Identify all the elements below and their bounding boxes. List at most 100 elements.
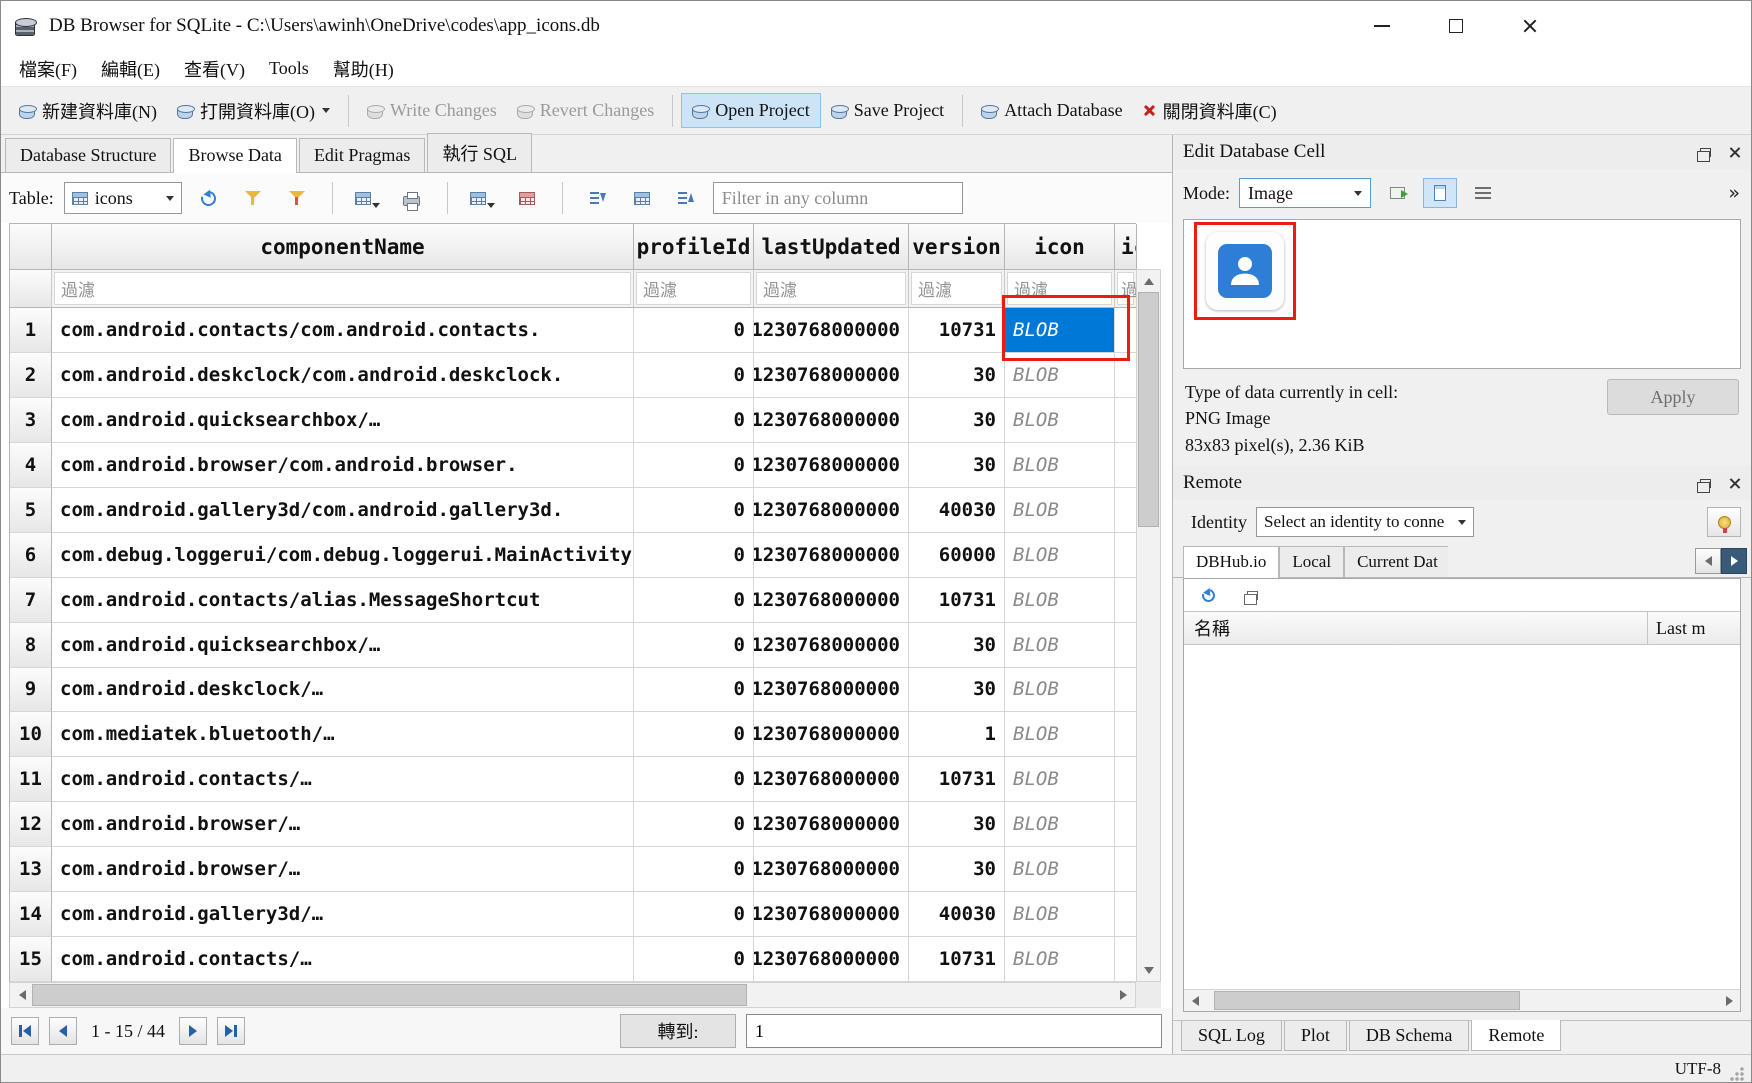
identity-certificate-button[interactable] [1707, 507, 1741, 537]
cell-profileid[interactable]: 0 [634, 623, 754, 668]
close-panel-icon[interactable] [1728, 477, 1741, 490]
cell-version[interactable]: 10731 [909, 757, 1005, 802]
cell-lastupdated[interactable]: 1230768000000 [754, 668, 909, 713]
cell-icon-blob[interactable]: BLOB [1005, 623, 1115, 668]
scroll-down-button[interactable] [1137, 959, 1160, 981]
dock-tab-plot[interactable]: Plot [1284, 1021, 1347, 1051]
horizontal-scrollbar-thumb[interactable] [32, 984, 747, 1006]
cell-profileid[interactable]: 0 [634, 353, 754, 398]
cell-version[interactable]: 30 [909, 802, 1005, 847]
cell-profileid[interactable]: 0 [634, 847, 754, 892]
cell-icon-blob[interactable]: BLOB [1005, 847, 1115, 892]
scroll-left-button[interactable] [1184, 990, 1206, 1011]
tab-scroll-right-button[interactable] [1721, 548, 1747, 574]
remote-tab-dbhubio[interactable]: DBHub.io [1183, 546, 1279, 578]
open-database-button[interactable]: 打開資料庫(O) [167, 92, 340, 130]
cell-profileid[interactable]: 0 [634, 533, 754, 578]
cell-lastupdated[interactable]: 1230768000000 [754, 937, 909, 982]
column-header-version[interactable]: version [909, 224, 1005, 270]
cell-componentname[interactable]: com.android.browser/com.android.browser. [52, 443, 634, 488]
cell-version[interactable]: 30 [909, 847, 1005, 892]
row-number-cell[interactable]: 1 [10, 308, 52, 353]
column-header-lastupdated[interactable]: lastUpdated [754, 224, 909, 270]
cell-profileid[interactable]: 0 [634, 398, 754, 443]
vertical-scrollbar-thumb[interactable] [1138, 292, 1159, 527]
dock-tab-sql-log[interactable]: SQL Log [1181, 1021, 1282, 1051]
cell-version[interactable]: 1 [909, 712, 1005, 757]
cell-lastupdated[interactable]: 1230768000000 [754, 443, 909, 488]
cell-version[interactable]: 30 [909, 398, 1005, 443]
insert-record-button[interactable] [466, 181, 500, 215]
cell-profileid[interactable]: 0 [634, 443, 754, 488]
cell-profileid[interactable]: 0 [634, 308, 754, 353]
close-database-button[interactable]: 關閉資料庫(C) [1133, 92, 1287, 130]
goto-input[interactable] [746, 1014, 1162, 1048]
filter-conditions-button[interactable] [280, 181, 314, 215]
cell-componentname[interactable]: com.android.contacts/com.android.contact… [52, 308, 634, 353]
menu-item-tools[interactable]: Tools [257, 54, 321, 83]
dock-tab-db-schema[interactable]: DB Schema [1349, 1021, 1469, 1051]
cell-lastupdated[interactable]: 1230768000000 [754, 623, 909, 668]
cell-componentname[interactable]: com.android.browser/… [52, 802, 634, 847]
cell-lastupdated[interactable]: 1230768000000 [754, 892, 909, 937]
cell-icon-blob[interactable]: BLOB [1005, 757, 1115, 802]
prev-page-button[interactable] [49, 1017, 77, 1045]
cell-version[interactable]: 30 [909, 353, 1005, 398]
next-page-button[interactable] [179, 1017, 207, 1045]
row-number-cell[interactable]: 8 [10, 623, 52, 668]
cell-version[interactable]: 40030 [909, 488, 1005, 533]
clear-filters-button[interactable] [236, 181, 270, 215]
column-header-clipped[interactable]: ic [1115, 224, 1137, 270]
row-number-cell[interactable]: 13 [10, 847, 52, 892]
cell-profileid[interactable]: 0 [634, 578, 754, 623]
close-panel-icon[interactable] [1728, 146, 1741, 159]
cell-version[interactable]: 10731 [909, 578, 1005, 623]
cell-icon-blob[interactable]: BLOB [1005, 578, 1115, 623]
cell-componentname[interactable]: com.android.browser/… [52, 847, 634, 892]
remote-tab-current-database[interactable]: Current Dat [1344, 546, 1448, 577]
remote-lastmodified-column-header[interactable]: Last m [1648, 612, 1740, 644]
cell-componentname[interactable]: com.android.gallery3d/com.android.galler… [52, 488, 634, 533]
cell-lastupdated[interactable]: 1230768000000 [754, 847, 909, 892]
row-number-cell[interactable]: 9 [10, 668, 52, 713]
cell-icon-blob[interactable]: BLOB [1005, 937, 1115, 982]
float-panel-icon[interactable] [1700, 148, 1711, 157]
maximize-button[interactable] [1435, 9, 1477, 43]
vertical-scrollbar[interactable] [1136, 269, 1161, 982]
remote-scrollbar-thumb[interactable] [1214, 991, 1520, 1010]
filter-cell-componentname[interactable]: 過濾 [52, 270, 634, 308]
tab-database-structure[interactable]: Database Structure [5, 138, 171, 172]
cell-lastupdated[interactable]: 1230768000000 [754, 757, 909, 802]
cell-version[interactable]: 10731 [909, 937, 1005, 982]
cell-componentname[interactable]: com.debug.loggerui/com.debug.loggerui.Ma… [52, 533, 634, 578]
minimize-button[interactable] [1361, 9, 1403, 43]
cell-icon-blob[interactable]: BLOB [1005, 443, 1115, 488]
cell-icon-blob[interactable]: BLOB [1005, 398, 1115, 443]
apply-button[interactable]: Apply [1607, 379, 1739, 415]
remote-tab-local[interactable]: Local [1279, 546, 1344, 577]
filter-input[interactable] [713, 182, 963, 214]
save-results-button[interactable] [351, 181, 385, 215]
cell-version[interactable]: 40030 [909, 892, 1005, 937]
tab-execute-sql[interactable]: 執行 SQL [427, 133, 532, 172]
last-page-button[interactable] [217, 1017, 245, 1045]
filter-cell-lastupdated[interactable]: 過濾 [754, 270, 909, 308]
cell-componentname[interactable]: com.android.quicksearchbox/… [52, 623, 634, 668]
cell-profileid[interactable]: 0 [634, 712, 754, 757]
filter-cell-version[interactable]: 過濾 [909, 270, 1005, 308]
row-number-cell[interactable]: 3 [10, 398, 52, 443]
row-number-cell[interactable]: 11 [10, 757, 52, 802]
cell-profileid[interactable]: 0 [634, 488, 754, 533]
row-number-cell[interactable]: 5 [10, 488, 52, 533]
first-page-button[interactable] [11, 1017, 39, 1045]
goto-button[interactable]: 轉到: [620, 1014, 736, 1048]
cell-icon-blob[interactable]: BLOB [1005, 892, 1115, 937]
cell-componentname[interactable]: com.android.quicksearchbox/… [52, 398, 634, 443]
delete-record-button[interactable] [510, 181, 544, 215]
cell-lastupdated[interactable]: 1230768000000 [754, 398, 909, 443]
cell-version[interactable]: 30 [909, 668, 1005, 713]
tab-scroll-left-button[interactable] [1695, 548, 1721, 574]
menu-item-edit[interactable]: 編輯(E) [89, 52, 172, 86]
table-settings-button[interactable] [625, 181, 659, 215]
menu-item-view[interactable]: 查看(V) [172, 52, 257, 86]
